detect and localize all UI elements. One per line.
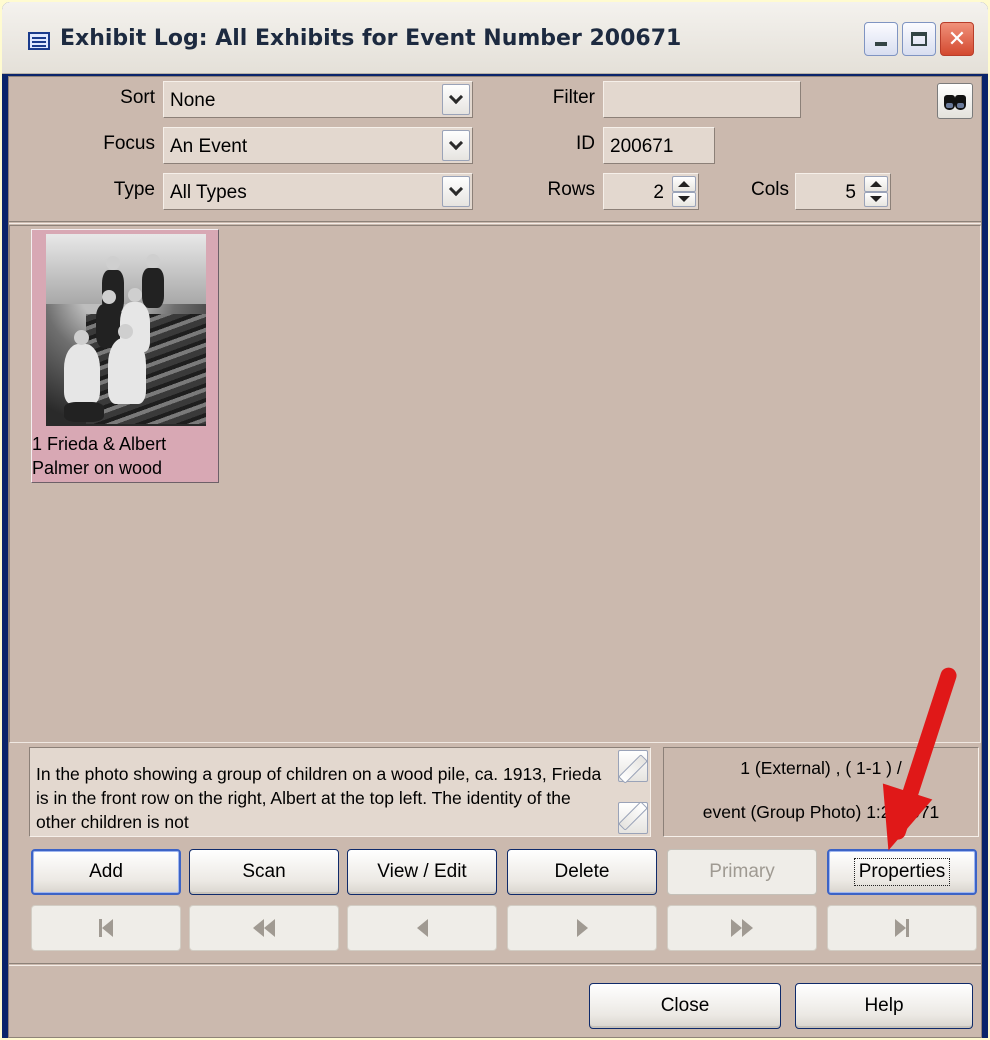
chevron-down-icon xyxy=(448,135,464,151)
focus-dropdown-button[interactable] xyxy=(442,130,470,161)
sort-select[interactable]: None xyxy=(163,81,473,118)
arrow-down-icon xyxy=(870,196,882,203)
next-page-button[interactable] xyxy=(667,905,817,951)
find-button[interactable] xyxy=(937,83,973,119)
focus-value: An Event xyxy=(170,136,248,157)
window-title: Exhibit Log: All Exhibits for Event Numb… xyxy=(60,26,682,51)
cols-spinner[interactable] xyxy=(864,176,888,207)
sort-value: None xyxy=(170,90,216,111)
last-icon xyxy=(895,919,906,937)
fast-forward-icon xyxy=(731,919,742,937)
help-button[interactable]: Help xyxy=(795,983,973,1029)
arrow-up-icon xyxy=(870,180,882,187)
rows-decrement-button[interactable] xyxy=(672,191,696,207)
arrow-down-icon xyxy=(678,196,690,203)
add-button[interactable]: Add xyxy=(31,849,181,895)
close-button[interactable]: Close xyxy=(589,983,781,1029)
sort-dropdown-button[interactable] xyxy=(442,84,470,115)
last-icon-bar xyxy=(906,919,909,937)
scan-button[interactable]: Scan xyxy=(189,849,339,895)
rows-spinner[interactable] xyxy=(672,176,696,207)
header-divider xyxy=(9,221,981,224)
primary-label: Primary xyxy=(709,861,775,882)
delete-label: Delete xyxy=(554,861,610,882)
type-value: All Types xyxy=(170,182,247,203)
first-record-button[interactable] xyxy=(31,905,181,951)
first-icon xyxy=(102,919,113,937)
view-edit-label: View / Edit xyxy=(377,861,467,882)
close-icon: ✕ xyxy=(947,26,967,52)
title-bar[interactable]: Exhibit Log: All Exhibits for Event Numb… xyxy=(2,2,988,74)
properties-label: Properties xyxy=(853,858,951,886)
properties-button[interactable]: Properties xyxy=(827,849,977,895)
cols-decrement-button[interactable] xyxy=(864,191,888,207)
delete-button[interactable]: Delete xyxy=(507,849,657,895)
form-icon xyxy=(28,32,50,50)
chevron-up-icon xyxy=(618,753,648,784)
id-field[interactable]: 200671 xyxy=(603,127,715,164)
cols-increment-button[interactable] xyxy=(864,176,888,192)
description-text: In the photo showing a group of children… xyxy=(36,764,602,832)
minimize-icon xyxy=(875,42,887,46)
exhibit-description[interactable]: In the photo showing a group of children… xyxy=(29,747,651,837)
fast-forward-icon-2 xyxy=(742,919,753,937)
type-select[interactable]: All Types xyxy=(163,173,473,210)
exhibit-log-window: Exhibit Log: All Exhibits for Event Numb… xyxy=(2,2,988,1038)
type-dropdown-button[interactable] xyxy=(442,176,470,207)
rewind-icon-2 xyxy=(264,919,275,937)
help-label: Help xyxy=(864,995,904,1016)
exhibit-photo xyxy=(46,234,206,426)
next-icon xyxy=(576,919,588,937)
exhibit-log-form: Sort None Focus An Event Type All Types … xyxy=(8,76,982,1038)
chevron-down-icon xyxy=(448,89,464,105)
last-record-button[interactable] xyxy=(827,905,977,951)
sort-label: Sort xyxy=(120,87,155,108)
scroll-up-button[interactable] xyxy=(618,750,648,784)
filter-label: Filter xyxy=(552,87,595,108)
rows-increment-button[interactable] xyxy=(672,176,696,192)
type-label: Type xyxy=(113,179,155,200)
next-record-button[interactable] xyxy=(507,905,657,951)
rows-value: 2 xyxy=(653,182,664,203)
exhibit-info-line2: event (Group Photo) 1:200671 xyxy=(702,802,940,822)
close-window-button[interactable]: ✕ xyxy=(940,22,974,56)
exhibit-caption: 1 Frieda & Albert Palmer on wood xyxy=(32,434,167,478)
close-label: Close xyxy=(660,995,710,1016)
exhibit-info-panel: 1 (External) , ( 1-1 ) / event (Group Ph… xyxy=(663,747,979,837)
chevron-down-icon xyxy=(618,800,648,831)
maximize-button[interactable] xyxy=(902,22,936,56)
primary-button[interactable]: Primary xyxy=(667,849,817,895)
description-scrollbar[interactable] xyxy=(618,750,648,834)
cols-label: Cols xyxy=(750,179,789,200)
arrow-up-icon xyxy=(678,180,690,187)
rows-stepper[interactable]: 2 xyxy=(603,173,699,210)
previous-icon xyxy=(416,919,428,937)
add-label: Add xyxy=(89,861,123,882)
exhibit-thumbnail[interactable]: 1 Frieda & Albert Palmer on wood xyxy=(31,229,219,483)
binoculars-icon-right xyxy=(955,95,966,110)
exhibit-info-line1: 1 (External) , ( 1-1 ) / xyxy=(740,758,902,778)
rewind-icon xyxy=(253,919,264,937)
chevron-down-icon xyxy=(448,181,464,197)
footer-divider xyxy=(9,963,981,966)
maximize-icon xyxy=(911,32,927,46)
cols-stepper[interactable]: 5 xyxy=(795,173,891,210)
id-label: ID xyxy=(576,133,595,154)
filter-input[interactable] xyxy=(603,81,801,118)
scroll-down-button[interactable] xyxy=(618,800,648,834)
scan-label: Scan xyxy=(242,861,286,882)
focus-label: Focus xyxy=(103,133,155,154)
minimize-button[interactable] xyxy=(864,22,898,56)
cols-value: 5 xyxy=(845,182,856,203)
rows-label: Rows xyxy=(547,179,595,200)
previous-page-button[interactable] xyxy=(189,905,339,951)
view-edit-button[interactable]: View / Edit xyxy=(347,849,497,895)
previous-record-button[interactable] xyxy=(347,905,497,951)
binoculars-icon xyxy=(944,95,955,110)
focus-select[interactable]: An Event xyxy=(163,127,473,164)
